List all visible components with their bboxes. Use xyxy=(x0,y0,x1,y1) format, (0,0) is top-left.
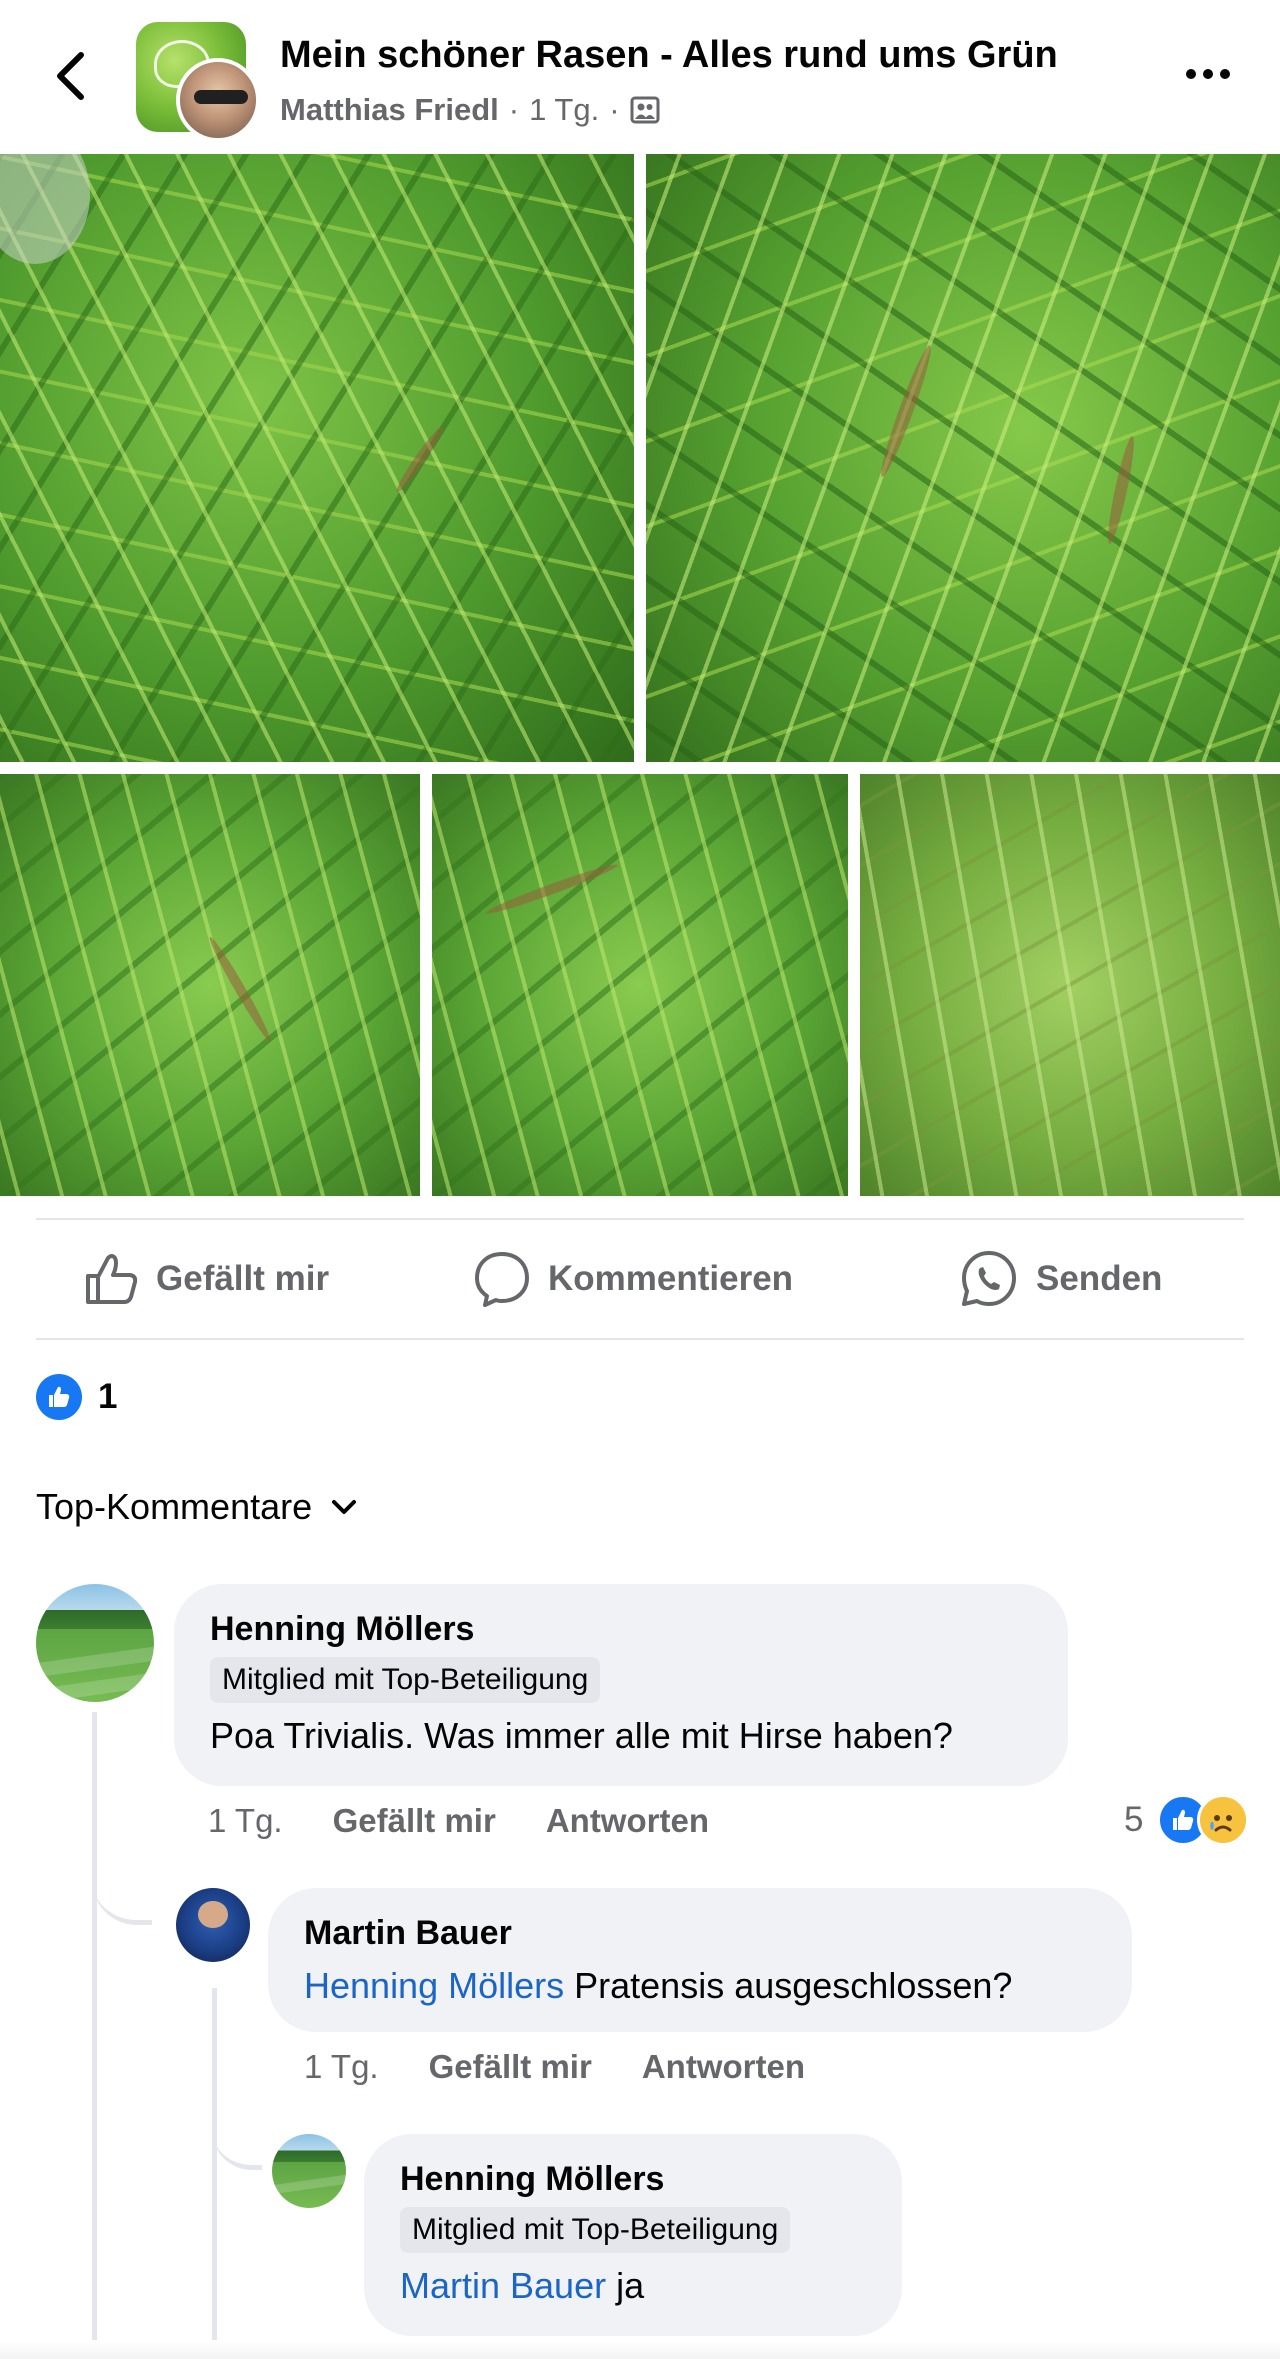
grass-photo-3[interactable] xyxy=(0,774,420,1196)
comment-reactions[interactable]: 5 xyxy=(1124,1794,1250,1846)
grass-photo-2[interactable] xyxy=(646,154,1280,762)
commenter-avatar[interactable] xyxy=(36,1584,154,1702)
like-button[interactable]: Gefällt mir xyxy=(82,1246,329,1312)
commenter-name[interactable]: Henning Möllers xyxy=(210,1610,1032,1649)
author-name[interactable]: Matthias Friedl xyxy=(280,92,499,128)
thread-line xyxy=(92,1712,97,2340)
send-label: Senden xyxy=(1036,1259,1163,1298)
comment-text: Poa Trivialis. Was immer alle mit Hirse … xyxy=(210,1715,953,1756)
back-button[interactable] xyxy=(44,48,96,104)
comment-bubble-icon xyxy=(475,1252,529,1307)
member-badge[interactable]: Mitglied mit Top-Beteiligung xyxy=(400,2207,791,2253)
meta-separator: · xyxy=(508,92,520,127)
comment-like-button[interactable]: Gefällt mir xyxy=(333,1802,496,1840)
member-badge[interactable]: Mitglied mit Top-Beteiligung xyxy=(210,1657,601,1703)
blade xyxy=(392,423,448,495)
dot xyxy=(1220,69,1230,79)
comment-actions: 1 Tg. Gefällt mir Antworten xyxy=(208,1802,709,1840)
blade xyxy=(484,860,620,918)
comment-text: Martin Bauer ja xyxy=(400,2265,866,2307)
comment-time[interactable]: 1 Tg. xyxy=(304,2048,379,2086)
thread-line xyxy=(212,1988,217,2340)
commenter-name[interactable]: Martin Bauer xyxy=(304,1914,1096,1953)
grass-photo-4[interactable] xyxy=(432,774,848,1196)
reply-bubble[interactable]: Henning Möllers Mitglied mit Top-Beteili… xyxy=(364,2134,902,2336)
blade xyxy=(875,342,937,480)
lawn-stripe xyxy=(36,1645,154,1679)
author-avatar[interactable] xyxy=(176,58,260,142)
blade xyxy=(205,934,275,1044)
comments-filter-button[interactable]: Top-Kommentare xyxy=(36,1486,358,1528)
more-options-button[interactable] xyxy=(1176,54,1240,94)
reaction-count: 1 xyxy=(98,1377,118,1416)
comment-body: Pratensis ausgeschlossen? xyxy=(574,1965,1013,2006)
bottom-edge xyxy=(0,2340,1280,2359)
lawn-stripe xyxy=(272,2173,346,2195)
comment-reaction-count: 5 xyxy=(1124,1800,1144,1839)
like-label: Gefällt mir xyxy=(156,1259,330,1298)
sad-reaction-icon xyxy=(1197,1794,1250,1846)
mention-link[interactable]: Henning Möllers xyxy=(304,1965,564,2006)
comment-body: ja xyxy=(616,2265,645,2306)
avatar-head xyxy=(198,1901,228,1928)
reply-bubble[interactable]: Martin Bauer Henning Möllers Pratensis a… xyxy=(268,1888,1132,2032)
commenter-name[interactable]: Henning Möllers xyxy=(400,2160,866,2199)
chevron-down-icon xyxy=(332,1500,357,1514)
mention-link[interactable]: Martin Bauer xyxy=(400,2265,606,2306)
post-header: Mein schöner Rasen - Alles rund ums Grün… xyxy=(0,0,1280,152)
stone xyxy=(0,154,90,264)
comment-actions: 1 Tg. Gefällt mir Antworten xyxy=(304,2048,805,2086)
comments-filter-label: Top-Kommentare xyxy=(36,1486,313,1527)
thread-connector xyxy=(92,1840,152,1925)
meta-separator: · xyxy=(609,92,620,127)
comment-bubble[interactable]: Henning Möllers Mitglied mit Top-Beteili… xyxy=(174,1584,1068,1786)
comment-reply-button[interactable]: Antworten xyxy=(546,1802,709,1840)
like-reaction-icon xyxy=(36,1374,82,1420)
comment-text: Henning Möllers Pratensis ausgeschlossen… xyxy=(304,1965,1096,2007)
reactions-summary[interactable]: 1 xyxy=(36,1374,117,1420)
commenter-avatar[interactable] xyxy=(176,1888,250,1962)
whatsapp-icon xyxy=(962,1251,1016,1306)
thread-connector xyxy=(212,2100,262,2170)
grass-photo-5[interactable] xyxy=(860,774,1280,1196)
grass-photo-1[interactable] xyxy=(0,154,634,762)
chevron-left-icon xyxy=(57,52,84,100)
post-time[interactable]: 1 Tg. xyxy=(529,92,599,128)
comment-reply-button[interactable]: Antworten xyxy=(642,2048,805,2086)
dot xyxy=(1186,69,1196,79)
dot xyxy=(1203,69,1213,79)
send-button[interactable]: Senden xyxy=(958,1246,1162,1312)
comment-time[interactable]: 1 Tg. xyxy=(208,1802,283,1840)
comment-button[interactable]: Kommentieren xyxy=(472,1246,793,1312)
group-members-icon xyxy=(630,96,660,124)
comment-label: Kommentieren xyxy=(548,1259,794,1298)
comment-like-button[interactable]: Gefällt mir xyxy=(429,2048,592,2086)
sunglasses xyxy=(194,90,248,104)
post-meta: Matthias Friedl · 1 Tg. · xyxy=(280,92,660,128)
thumbs-up-icon xyxy=(86,1254,138,1304)
divider xyxy=(36,1338,1244,1340)
blade xyxy=(1103,434,1139,546)
divider xyxy=(36,1218,1244,1220)
group-title[interactable]: Mein schöner Rasen - Alles rund ums Grün xyxy=(280,34,1058,77)
lawn-stripe xyxy=(36,1670,154,1702)
commenter-avatar[interactable] xyxy=(272,2134,346,2208)
